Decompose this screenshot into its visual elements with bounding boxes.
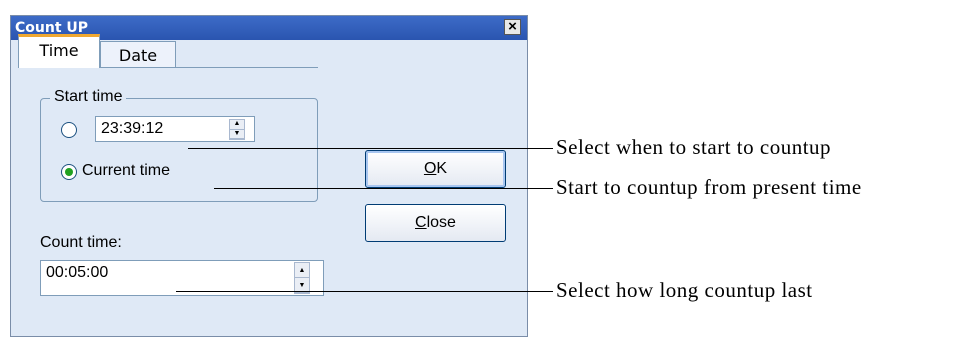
spin-up-icon[interactable]: ▲	[230, 120, 244, 130]
spin-up-icon[interactable]: ▲	[295, 263, 309, 278]
close-icon[interactable]: ×	[504, 19, 521, 35]
count-time-label: Count time:	[40, 234, 122, 251]
start-time-spinner[interactable]: ▲ ▼	[229, 119, 245, 140]
radio-selected-dot	[65, 168, 73, 176]
start-time-radio[interactable]	[61, 122, 77, 138]
ok-button[interactable]: OK	[365, 150, 506, 188]
close-button[interactable]: Close	[365, 204, 506, 242]
tab-date[interactable]: Date	[100, 41, 176, 68]
tab-time[interactable]: Time	[18, 34, 100, 68]
callout-current-time: Start to countup from present time	[556, 175, 862, 199]
start-time-group	[40, 98, 318, 202]
callout-start-time: Select when to start to countup	[556, 135, 832, 159]
callout-line-start-time	[188, 148, 553, 149]
count-time-spinner[interactable]: ▲ ▼	[294, 262, 310, 294]
callout-line-current-time	[214, 188, 553, 189]
callout-count-time: Select how long countup last	[556, 278, 813, 302]
spin-down-icon[interactable]: ▼	[230, 130, 244, 139]
callout-line-count-time	[176, 291, 553, 292]
current-time-label: Current time	[82, 162, 171, 179]
start-time-group-label: Start time	[50, 88, 127, 106]
current-time-radio[interactable]	[61, 164, 77, 180]
